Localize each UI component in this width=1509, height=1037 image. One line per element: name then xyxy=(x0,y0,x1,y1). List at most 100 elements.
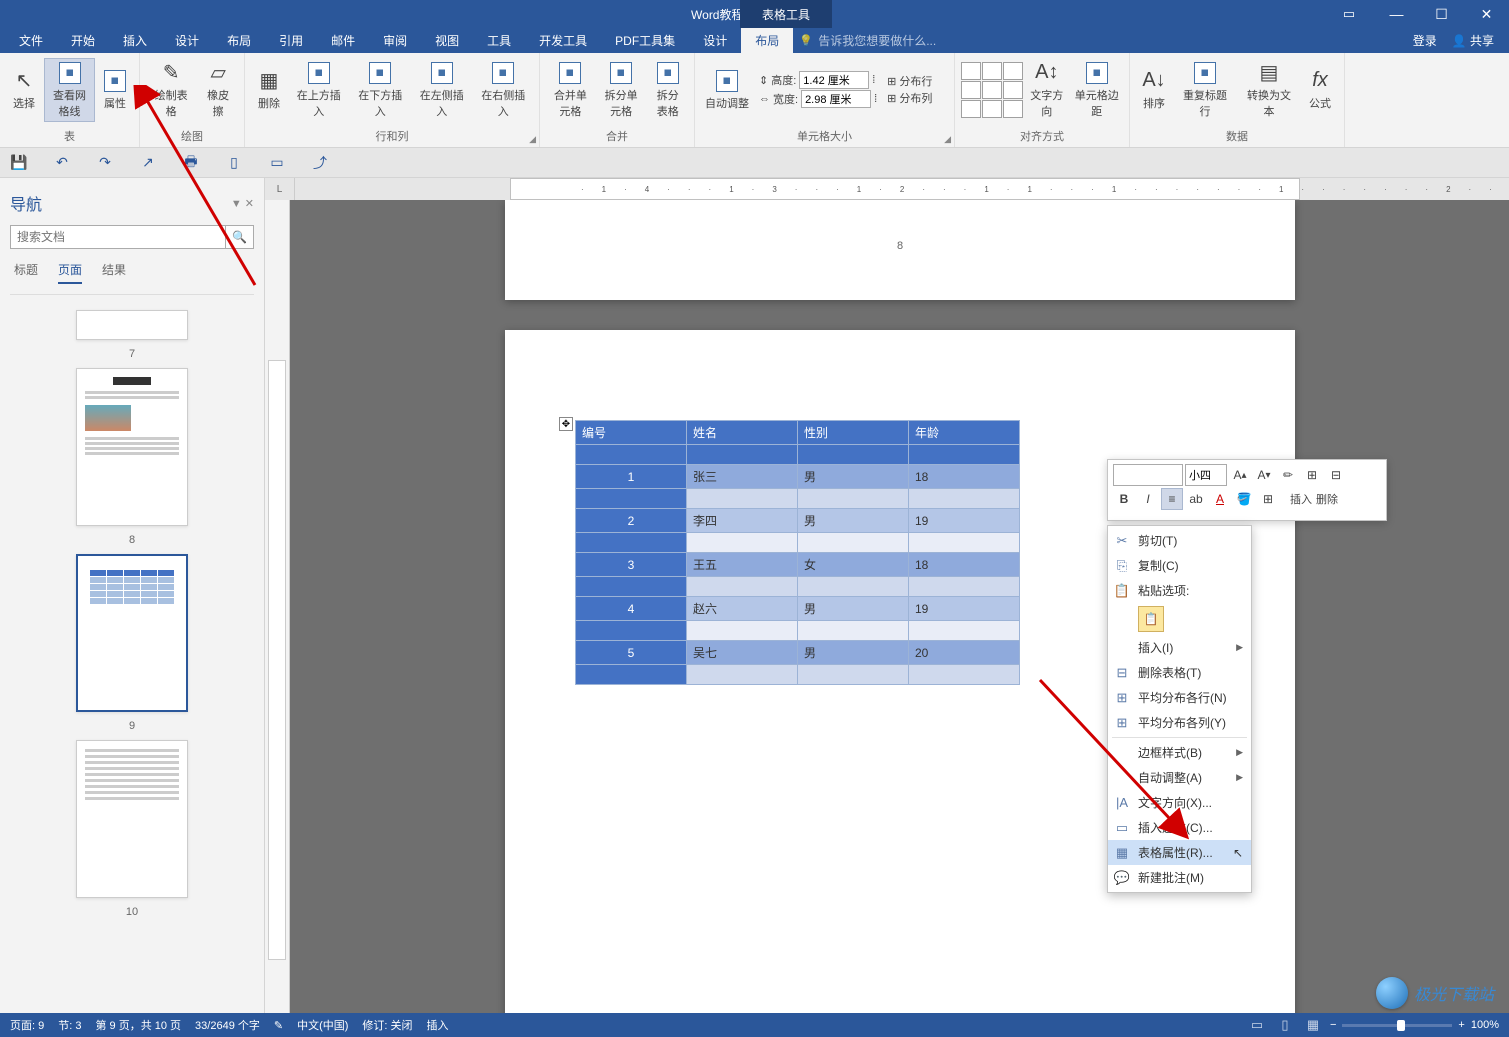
dialog-launcher-icon[interactable]: ◢ xyxy=(944,134,951,145)
tab-devtools[interactable]: 开发工具 xyxy=(525,28,601,53)
thumbnail-page-7[interactable] xyxy=(76,310,188,340)
table-cell[interactable]: 5 xyxy=(576,641,687,665)
repeat-header-button[interactable]: 重复标题行 xyxy=(1174,59,1236,121)
delete-button[interactable]: ▦删除 xyxy=(251,67,287,113)
ribbon-display-options-icon[interactable]: ▭ xyxy=(1334,4,1364,24)
highlight-button[interactable]: ab xyxy=(1185,488,1207,510)
table-cell[interactable]: 19 xyxy=(909,509,1020,533)
table-cell[interactable]: 男 xyxy=(798,641,909,665)
view-read-mode[interactable]: ▭ xyxy=(1246,1016,1268,1034)
close-button[interactable]: ✕ xyxy=(1464,0,1509,28)
ctx-table-properties[interactable]: ▦表格属性(R)...↖ xyxy=(1108,840,1251,865)
table-cell[interactable]: 男 xyxy=(798,597,909,621)
table-cell[interactable]: 20 xyxy=(909,641,1020,665)
bold-button[interactable]: B xyxy=(1113,488,1135,510)
tab-insert[interactable]: 插入 xyxy=(109,28,161,53)
table-header[interactable]: 年龄 xyxy=(909,421,1020,445)
tab-table-design[interactable]: 设计 xyxy=(689,28,741,53)
share-button[interactable]: 👤 共享 xyxy=(1452,32,1494,49)
convert-to-text-button[interactable]: ▤转换为文本 xyxy=(1238,59,1300,121)
select-button[interactable]: ↖选择 xyxy=(6,67,42,113)
split-table-button[interactable]: 拆分表格 xyxy=(647,59,688,121)
merge-cells-button[interactable]: 合并单元格 xyxy=(546,59,595,121)
view-gridlines-button[interactable]: 查看网格线 xyxy=(44,58,95,122)
ctx-cut[interactable]: ✂剪切(T) xyxy=(1108,528,1251,553)
italic-button[interactable]: I xyxy=(1137,488,1159,510)
tab-home[interactable]: 开始 xyxy=(57,28,109,53)
distribute-cols-button[interactable]: ⊞ 分布列 xyxy=(887,90,932,106)
minimize-button[interactable]: — xyxy=(1374,0,1419,28)
table-cell[interactable]: 赵六 xyxy=(687,597,798,621)
zoom-level[interactable]: 100% xyxy=(1471,1019,1499,1031)
maximize-button[interactable]: ☐ xyxy=(1419,0,1464,28)
tab-file[interactable]: 文件 xyxy=(5,28,57,53)
shading-button[interactable]: 🪣 xyxy=(1233,488,1255,510)
status-proof-icon[interactable]: ✎ xyxy=(274,1019,283,1032)
distribute-rows-button[interactable]: ⊞ 分布行 xyxy=(887,73,932,89)
sort-button[interactable]: A↓排序 xyxy=(1136,67,1172,113)
cell-alignment-grid[interactable] xyxy=(961,62,1023,118)
table-cell[interactable]: 2 xyxy=(576,509,687,533)
split-cells-button[interactable]: 拆分单元格 xyxy=(597,59,646,121)
qat-btn-7[interactable]: ▭ xyxy=(268,154,286,172)
tab-layout[interactable]: 布局 xyxy=(213,28,265,53)
status-language[interactable]: 中文(中国) xyxy=(297,1017,348,1033)
table-cell[interactable]: 1 xyxy=(576,465,687,489)
qat-btn-5[interactable]: 🖶 xyxy=(182,154,200,172)
insert-left-button[interactable]: 在左侧插入 xyxy=(412,59,472,121)
table-cell[interactable]: 4 xyxy=(576,597,687,621)
zoom-out-button[interactable]: − xyxy=(1330,1019,1336,1031)
zoom-in-button[interactable]: + xyxy=(1458,1019,1464,1031)
row-height-input[interactable] xyxy=(799,71,869,89)
view-web-layout[interactable]: ▦ xyxy=(1302,1016,1324,1034)
status-word-count[interactable]: 33/2649 个字 xyxy=(195,1017,260,1033)
table-header[interactable]: 编号 xyxy=(576,421,687,445)
zoom-slider[interactable] xyxy=(1342,1024,1452,1027)
paste-option-button[interactable]: 📋 xyxy=(1138,606,1164,632)
tab-review[interactable]: 审阅 xyxy=(369,28,421,53)
nav-tab-pages[interactable]: 页面 xyxy=(58,261,82,284)
table-header[interactable]: 姓名 xyxy=(687,421,798,445)
font-family-combo[interactable] xyxy=(1113,464,1183,486)
status-page-of[interactable]: 第 9 页，共 10 页 xyxy=(95,1017,181,1033)
status-insert-mode[interactable]: 插入 xyxy=(427,1017,449,1033)
ctx-delete-table[interactable]: ⊟删除表格(T) xyxy=(1108,660,1251,685)
thumbnail-page-8[interactable] xyxy=(76,368,188,526)
ctx-border-styles[interactable]: 边框样式(B)▶ xyxy=(1108,740,1251,765)
vertical-ruler[interactable] xyxy=(265,200,290,1013)
tab-table-layout[interactable]: 布局 xyxy=(741,28,793,53)
font-size-combo[interactable] xyxy=(1185,464,1227,486)
insert-below-button[interactable]: 在下方插入 xyxy=(351,59,411,121)
ctx-copy[interactable]: ⎘复制(C) xyxy=(1108,553,1251,578)
qat-btn-6[interactable]: ▯ xyxy=(225,154,243,172)
table-cell[interactable]: 18 xyxy=(909,465,1020,489)
undo-button[interactable]: ↶ xyxy=(53,154,71,172)
delete-label-button[interactable]: 删除 xyxy=(1315,488,1339,510)
font-color-button[interactable]: A xyxy=(1209,488,1231,510)
table-cell[interactable]: 女 xyxy=(798,553,909,577)
tell-me-input[interactable]: 告诉我您想要做什么... xyxy=(793,28,936,53)
status-page[interactable]: 页面: 9 xyxy=(10,1017,44,1033)
nav-tab-headings[interactable]: 标题 xyxy=(14,261,38,284)
qat-btn-4[interactable]: ↗ xyxy=(139,154,157,172)
status-track-changes[interactable]: 修订: 关闭 xyxy=(362,1017,412,1033)
table-cell[interactable]: 18 xyxy=(909,553,1020,577)
grow-font-button[interactable]: A▴ xyxy=(1229,464,1251,486)
table-cell[interactable]: 李四 xyxy=(687,509,798,533)
draw-table-button[interactable]: ✎绘制表格 xyxy=(146,59,196,121)
ctx-insert[interactable]: 插入(I)▶ xyxy=(1108,635,1251,660)
ctx-text-direction[interactable]: |A文字方向(X)... xyxy=(1108,790,1251,815)
borders-button[interactable]: ⊞ xyxy=(1257,488,1279,510)
login-link[interactable]: 登录 xyxy=(1413,32,1437,49)
horizontal-ruler[interactable]: ·1·4···1·3···1·2···1·1···1·······1······… xyxy=(295,178,1509,200)
thumbnail-page-10[interactable] xyxy=(76,740,188,898)
table-cell[interactable]: 男 xyxy=(798,465,909,489)
table-cell[interactable]: 吴七 xyxy=(687,641,798,665)
ctx-insert-caption[interactable]: ▭插入题注(C)... xyxy=(1108,815,1251,840)
formula-button[interactable]: fx公式 xyxy=(1302,67,1338,113)
table-cell[interactable]: 张三 xyxy=(687,465,798,489)
cell-margins-button[interactable]: 单元格边距 xyxy=(1071,59,1123,121)
insert-above-button[interactable]: 在上方插入 xyxy=(289,59,349,121)
thumbnail-page-9[interactable] xyxy=(76,554,188,712)
insert-right-button[interactable]: 在右侧插入 xyxy=(474,59,534,121)
